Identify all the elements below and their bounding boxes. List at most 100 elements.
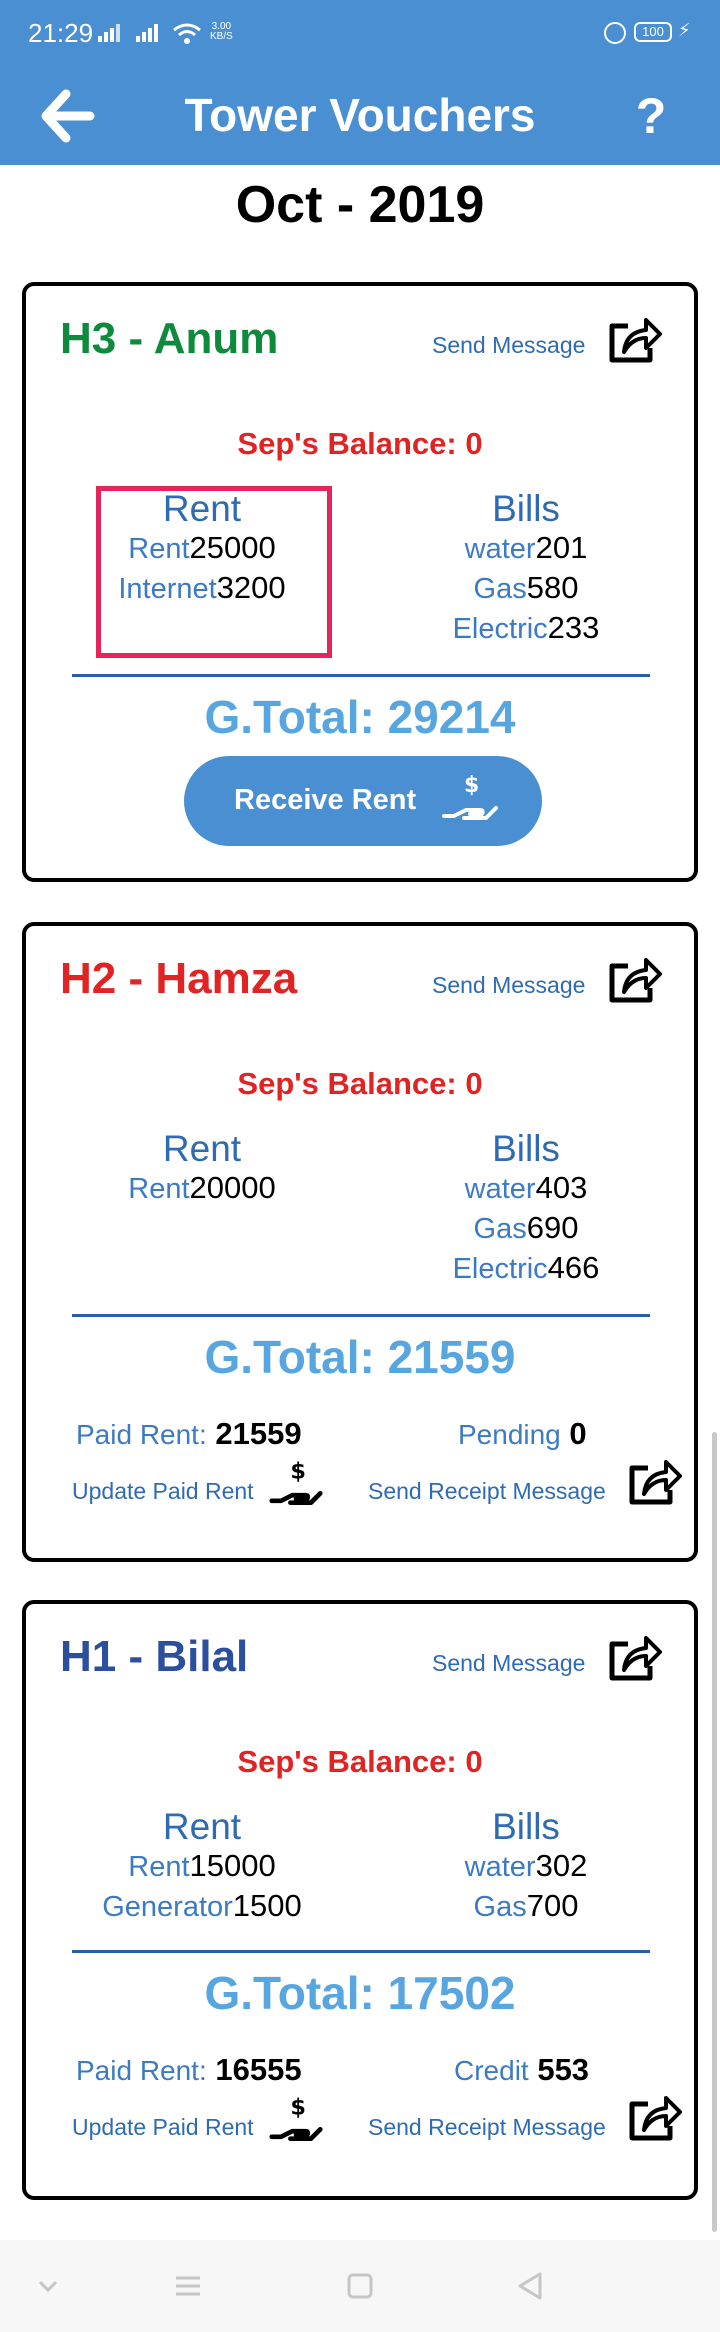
bill-line: Gas580 — [396, 570, 656, 610]
svg-text:$: $ — [290, 2094, 306, 2120]
paid-rent-label: Paid Rent: — [76, 1419, 207, 1450]
paid-rent-value: 21559 — [215, 1416, 302, 1451]
status-bar: 21:29 3.00 KB/S 100 ⚡ — [0, 0, 720, 70]
grand-total: G.Total: 29214 — [204, 691, 516, 743]
svg-text:$: $ — [290, 1458, 306, 1484]
paid-rent: Paid Rent: 16555 — [76, 2052, 302, 2088]
money-hand-icon[interactable]: $ — [268, 1456, 324, 1512]
rent-line-label: Rent — [128, 1851, 190, 1883]
eye-comfort-icon — [604, 22, 626, 44]
rent-line-value: 1500 — [232, 1888, 302, 1923]
triangle-back-icon[interactable] — [512, 2268, 552, 2304]
signal-icon — [136, 24, 158, 42]
share-icon[interactable] — [626, 1456, 682, 1508]
bill-line-label: Gas — [473, 1891, 527, 1923]
network-speed: 3.00 KB/S — [210, 22, 233, 42]
tenant-card: H3 - Anum Send Message Sep's Balance: 0 … — [22, 282, 698, 882]
tenant-card: H2 - Hamza Send Message Sep's Balance: 0… — [22, 922, 698, 1562]
update-paid-rent-link[interactable]: Update Paid Rent — [72, 2114, 254, 2141]
rent-line: Rent15000 — [66, 1848, 338, 1888]
bills-heading: Bills — [492, 1806, 560, 1847]
send-message-link[interactable]: Send Message — [432, 1650, 585, 1677]
rent-line-value: 20000 — [189, 1170, 276, 1205]
bill-line-label: water — [464, 533, 536, 565]
speed-unit: KB/S — [210, 31, 233, 42]
pending-amount: Pending 0 — [458, 1416, 587, 1452]
bill-line: Gas700 — [396, 1888, 656, 1928]
rent-heading: Rent — [162, 1806, 242, 1847]
wifi-icon — [173, 23, 201, 44]
status-time: 21:29 — [28, 18, 94, 48]
rent-line: Generator1500 — [66, 1888, 338, 1928]
send-receipt-message-link[interactable]: Send Receipt Message — [368, 2114, 606, 2141]
rent-line-label: Rent — [128, 1173, 190, 1205]
pending-value: 0 — [569, 1416, 587, 1451]
money-hand-icon: $ — [442, 773, 498, 820]
bill-line-label: Electric — [452, 613, 548, 645]
bill-line: Electric233 — [396, 610, 656, 650]
bill-line-value: 580 — [526, 570, 579, 605]
rent-section: Rent Rent20000 — [66, 1128, 338, 1210]
credit-value: 553 — [537, 2052, 590, 2087]
send-message-link[interactable]: Send Message — [432, 972, 585, 999]
paid-rent: Paid Rent: 21559 — [76, 1416, 302, 1452]
bill-line-value: 302 — [535, 1848, 588, 1883]
bills-section: Bills water201 Gas580 Electric233 — [396, 488, 656, 650]
send-message-link[interactable]: Send Message — [432, 332, 585, 359]
divider — [72, 1314, 650, 1317]
credit-amount: Credit 553 — [454, 2052, 589, 2088]
bill-line-value: 690 — [526, 1210, 579, 1245]
paid-rent-value: 16555 — [215, 2052, 302, 2087]
battery-icon: 100 — [634, 22, 672, 42]
share-icon[interactable] — [626, 2092, 682, 2144]
rent-highlight-box — [96, 486, 332, 658]
tenant-card: H1 - Bilal Send Message Sep's Balance: 0… — [22, 1600, 698, 2200]
bill-line-label: water — [464, 1173, 536, 1205]
page-title: Tower Vouchers — [184, 89, 536, 141]
bill-line-value: 700 — [526, 1888, 579, 1923]
bill-line-label: water — [464, 1851, 536, 1883]
rent-line-label: Generator — [102, 1891, 233, 1923]
share-icon[interactable] — [606, 1632, 662, 1684]
help-button[interactable]: ? — [626, 84, 676, 148]
bill-line-value: 233 — [547, 610, 600, 645]
share-icon[interactable] — [606, 954, 662, 1006]
tenant-name: H1 - Bilal — [60, 1632, 249, 1681]
chevron-down-icon[interactable] — [28, 2268, 68, 2304]
tenant-name: H3 - Anum — [60, 314, 279, 363]
share-icon[interactable] — [606, 314, 662, 366]
divider — [72, 674, 650, 677]
rent-section: Rent Rent15000 Generator1500 — [66, 1806, 338, 1928]
bill-line-value: 466 — [547, 1250, 600, 1285]
tenant-name: H2 - Hamza — [60, 954, 298, 1003]
svg-text:$: $ — [464, 773, 479, 798]
month-label: Oct - 2019 — [235, 176, 485, 234]
bill-line-value: 201 — [535, 530, 588, 565]
menu-lines-icon[interactable] — [168, 2268, 208, 2304]
bills-heading: Bills — [492, 1128, 560, 1169]
pending-label: Pending — [458, 1419, 561, 1450]
signal-icon — [98, 24, 120, 42]
send-receipt-message-link[interactable]: Send Receipt Message — [368, 1478, 606, 1505]
update-paid-rent-link[interactable]: Update Paid Rent — [72, 1478, 254, 1505]
receive-rent-button[interactable]: Receive Rent $ — [184, 756, 542, 846]
square-home-icon[interactable] — [340, 2268, 380, 2304]
bill-line: water302 — [396, 1848, 656, 1888]
bills-section: Bills water302 Gas700 — [396, 1806, 656, 1928]
bill-line-label: Gas — [473, 573, 527, 605]
charging-icon: ⚡ — [678, 20, 691, 40]
app-bar: Tower Vouchers ? — [0, 70, 720, 165]
previous-balance: Sep's Balance: 0 — [237, 1744, 483, 1779]
bills-section: Bills water403 Gas690 Electric466 — [396, 1128, 656, 1290]
bill-line-value: 403 — [535, 1170, 588, 1205]
rent-line-value: 15000 — [189, 1848, 276, 1883]
grand-total: G.Total: 21559 — [204, 1331, 516, 1383]
bills-heading: Bills — [492, 488, 560, 529]
rent-heading: Rent — [162, 1128, 242, 1169]
credit-label: Credit — [454, 2055, 529, 2086]
navigation-bar — [0, 2240, 720, 2332]
money-hand-icon[interactable]: $ — [268, 2092, 324, 2148]
previous-balance: Sep's Balance: 0 — [237, 426, 483, 461]
bill-line-label: Gas — [473, 1213, 527, 1245]
scrollbar[interactable] — [712, 1432, 717, 2232]
